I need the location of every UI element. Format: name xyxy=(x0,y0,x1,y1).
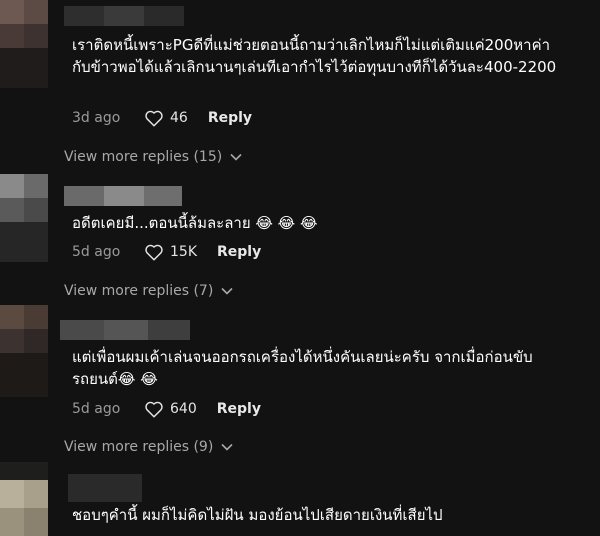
username-redacted[interactable] xyxy=(64,6,184,26)
view-more-replies-button[interactable]: View more replies (15) xyxy=(64,147,242,167)
heart-icon xyxy=(145,401,163,418)
like-button[interactable]: 640 xyxy=(144,400,197,418)
chevron-down-icon xyxy=(221,287,233,295)
comment-meta: 5d ago 640 Reply xyxy=(72,398,261,420)
comment-text: เราติดหนี้เพราะPGดีที่แม่ช่วยตอนนี้ถามว่… xyxy=(72,36,557,76)
comment-date: 3d ago xyxy=(72,110,121,126)
avatar-blurred-extension xyxy=(0,48,48,88)
comment-text: อดีตเคยมี...ตอนนี้ล้มละลาย 😂 😂 😂 xyxy=(72,214,318,232)
reply-button[interactable]: Reply xyxy=(208,110,252,126)
username-redacted[interactable] xyxy=(64,186,182,206)
comment-date: 5d ago xyxy=(72,244,121,260)
avatar-blurred-extension xyxy=(0,222,48,262)
reply-button[interactable]: Reply xyxy=(217,244,261,260)
comment-date: 5d ago xyxy=(72,401,121,417)
like-count: 640 xyxy=(170,401,197,417)
avatar-blurred-extension xyxy=(0,353,48,397)
chevron-down-icon xyxy=(221,443,233,451)
username-redacted[interactable] xyxy=(68,474,142,502)
like-button[interactable]: 15K xyxy=(144,243,197,261)
view-more-replies-label: View more replies (7) xyxy=(64,283,214,299)
like-button[interactable]: 46 xyxy=(144,109,188,127)
avatar-blurred-top xyxy=(0,462,48,480)
avatar[interactable] xyxy=(0,480,48,536)
view-more-replies-button[interactable]: View more replies (7) xyxy=(64,281,233,301)
avatar[interactable] xyxy=(0,305,48,353)
view-more-replies-button[interactable]: View more replies (9) xyxy=(64,437,233,457)
reply-button[interactable]: Reply xyxy=(217,401,261,417)
view-more-replies-label: View more replies (9) xyxy=(64,439,214,455)
heart-icon xyxy=(145,244,163,261)
like-count: 46 xyxy=(170,110,188,126)
avatar[interactable] xyxy=(0,174,48,222)
comment-meta: 3d ago 46 Reply xyxy=(72,107,252,129)
comment-text: แต่เพื่อนผมเค้าเล่นจนออกรถเครื่องได้หนึ่… xyxy=(72,348,533,388)
username-redacted[interactable] xyxy=(60,320,190,340)
chevron-down-icon xyxy=(230,153,242,161)
like-count: 15K xyxy=(170,244,197,260)
view-more-replies-label: View more replies (15) xyxy=(64,149,223,165)
comment-text: ชอบๆคำนี้ ผมก็ไม่คิดไม่ฝัน มองย้อนไปเสีย… xyxy=(72,506,443,524)
avatar[interactable] xyxy=(0,0,48,48)
heart-icon xyxy=(145,110,163,127)
comment-meta: 5d ago 15K Reply xyxy=(72,241,261,263)
